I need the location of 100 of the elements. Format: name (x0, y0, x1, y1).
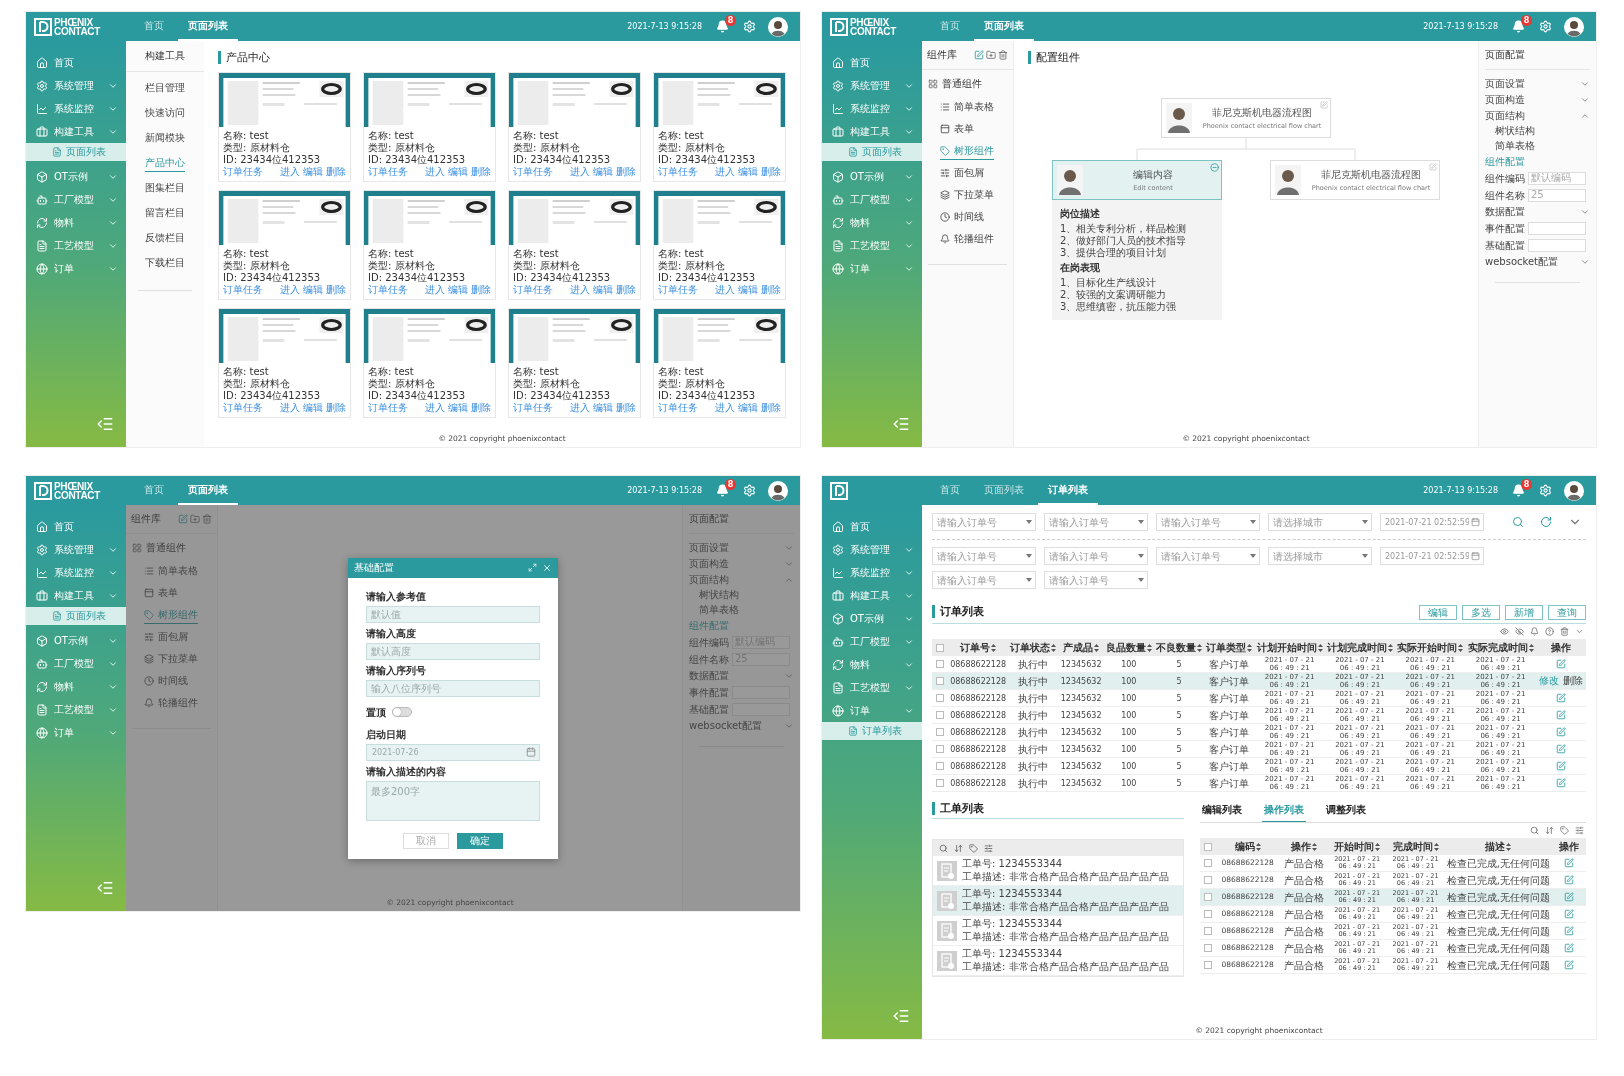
sidebar-item[interactable]: 订单 (26, 721, 126, 744)
checkbox[interactable] (1204, 961, 1212, 969)
action-link[interactable]: 编辑 (448, 166, 468, 178)
action-link[interactable]: 进入 (715, 402, 735, 414)
select-field[interactable]: 请输入订单号 (1044, 513, 1148, 531)
sidebar-item[interactable]: 首页 (26, 515, 126, 538)
action-link[interactable]: 进入 (425, 166, 445, 178)
config-section[interactable]: websocket配置 (1485, 254, 1590, 270)
secondary-nav-item[interactable]: 留言栏目 (145, 206, 185, 222)
sidebar-item[interactable]: 工艺模型 (822, 676, 922, 699)
date-field[interactable]: 2021-07-21 02:52:59 (1380, 547, 1484, 565)
sort-icon[interactable] (1197, 643, 1203, 652)
action-link[interactable]: 进入 (425, 402, 445, 414)
action-link[interactable]: 删除 (761, 166, 781, 178)
input-field[interactable]: 默认高度 (366, 642, 540, 660)
sidebar-item[interactable]: 系统管理 (26, 74, 126, 97)
sort-icon[interactable] (954, 843, 963, 853)
sort-icon[interactable] (1387, 643, 1393, 652)
checkbox[interactable] (936, 762, 944, 770)
component-item[interactable]: 面包屑 (940, 166, 984, 182)
date-field[interactable]: 2021-07-21 02:52:59 (1380, 513, 1484, 531)
component-item[interactable]: 面包屑 (144, 630, 188, 646)
tab[interactable]: 操作列表 (1262, 803, 1306, 822)
config-section[interactable]: 数据配置 (1485, 204, 1590, 220)
close-icon[interactable] (542, 562, 552, 573)
component-item[interactable]: 时间线 (144, 674, 188, 690)
column-header[interactable]: 订单号 (948, 640, 1009, 655)
edit-icon[interactable] (1555, 727, 1566, 737)
component-item[interactable]: 树形组件 (144, 608, 198, 624)
search-icon[interactable] (1512, 516, 1524, 528)
edit-icon[interactable] (1555, 710, 1566, 720)
sidebar-item[interactable]: 物料 (822, 211, 922, 234)
nav-tab[interactable]: 首页 (930, 12, 970, 41)
sidebar-item[interactable]: OT示例 (822, 165, 922, 188)
cancel-button[interactable]: 取消 (403, 832, 449, 849)
sidebar-subitem[interactable]: 页面列表 (26, 143, 126, 161)
sidebar-item[interactable]: 订单 (26, 257, 126, 280)
sidebar-item[interactable]: 首页 (822, 51, 922, 74)
edit-icon[interactable] (1563, 909, 1574, 919)
secondary-nav-item[interactable]: 图集栏目 (145, 181, 185, 197)
sliders-icon[interactable] (1575, 826, 1584, 835)
sort-icon[interactable] (1255, 842, 1261, 851)
sidebar-item[interactable]: 工艺模型 (26, 698, 126, 721)
sidebar-item[interactable]: 构建工具 (822, 584, 922, 607)
checkbox[interactable] (1204, 927, 1212, 935)
config-section[interactable]: 页面设置 (689, 540, 794, 556)
action-link[interactable]: 删除 (616, 402, 636, 414)
select-field[interactable]: 请输入订单号 (932, 547, 1036, 565)
action-link[interactable]: 删除 (326, 402, 346, 414)
edit-icon[interactable] (1563, 875, 1574, 885)
eye-off-icon[interactable] (1515, 627, 1524, 636)
bell-icon[interactable] (1512, 20, 1525, 33)
action-link[interactable]: 进入 (570, 284, 590, 296)
bell-icon[interactable] (716, 484, 729, 497)
task-link[interactable]: 订单任务 (223, 166, 263, 178)
nav-tab[interactable]: 首页 (134, 12, 174, 41)
action-link[interactable]: 进入 (280, 166, 300, 178)
select-field[interactable]: 请输入订单号 (1156, 547, 1260, 565)
action-link[interactable]: 编辑 (593, 166, 613, 178)
sort-icon[interactable] (1146, 643, 1152, 652)
checkbox[interactable] (936, 643, 944, 652)
column-header[interactable]: 实际开始时间 (1395, 640, 1466, 655)
user-avatar[interactable] (1564, 480, 1584, 501)
edit-icon[interactable] (1429, 163, 1437, 171)
bell-icon[interactable] (716, 20, 729, 33)
tab[interactable]: 调整列表 (1324, 803, 1368, 822)
toolbar-button[interactable]: 编辑 (1419, 605, 1457, 620)
sidebar-item[interactable]: 首页 (26, 51, 126, 74)
column-header[interactable]: 开始时间 (1327, 839, 1387, 854)
action-link[interactable]: 编辑 (303, 402, 323, 414)
sort-icon[interactable] (1094, 643, 1100, 652)
refresh-icon[interactable] (1540, 516, 1552, 528)
sidebar-item[interactable]: 工厂模型 (822, 630, 922, 653)
action-link[interactable]: 进入 (280, 402, 300, 414)
column-header[interactable]: 订单状态 (1008, 640, 1059, 655)
sidebar-item[interactable]: OT示例 (822, 607, 922, 630)
select-field[interactable]: 请输入订单号 (932, 513, 1036, 531)
sidebar-item[interactable]: 订单 (822, 257, 922, 280)
action-link[interactable]: 删除 (326, 284, 346, 296)
action-link[interactable]: 进入 (715, 284, 735, 296)
task-link[interactable]: 订单任务 (368, 166, 408, 178)
column-header[interactable]: 操作 (1279, 839, 1328, 854)
task-link[interactable]: 订单任务 (223, 284, 263, 296)
sidebar-item[interactable]: 工艺模型 (26, 234, 126, 257)
checkbox[interactable] (936, 745, 944, 753)
folder-plus-icon[interactable] (986, 50, 996, 60)
task-link[interactable]: 订单任务 (368, 284, 408, 296)
sort-icon[interactable] (1545, 826, 1554, 835)
action-link[interactable]: 删除 (471, 166, 491, 178)
sidebar-item[interactable]: 构建工具 (26, 584, 126, 607)
chevron-down-icon[interactable] (1575, 627, 1584, 636)
sort-icon[interactable] (1528, 643, 1534, 652)
edit-icon[interactable] (1563, 926, 1574, 936)
checkbox[interactable] (936, 711, 944, 719)
action-link[interactable]: 删除 (471, 402, 491, 414)
component-item[interactable]: 轮播组件 (940, 232, 994, 248)
task-link[interactable]: 订单任务 (513, 402, 553, 414)
select-field[interactable]: 请选择城市 (1268, 513, 1372, 531)
component-item[interactable]: 简单表格 (940, 100, 994, 116)
action-link[interactable]: 编辑 (593, 284, 613, 296)
